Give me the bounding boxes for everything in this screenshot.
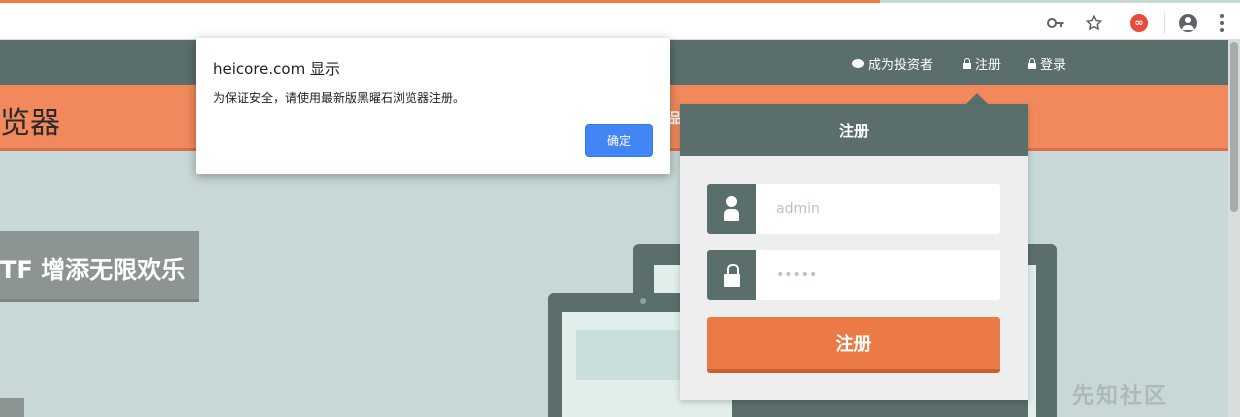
lock-icon xyxy=(1028,57,1036,69)
username-input[interactable] xyxy=(756,184,1000,234)
hero-secondary-banner xyxy=(0,398,24,417)
alert-message: 为保证安全，请使用最新版黑曜石浏览器注册。 xyxy=(213,91,466,105)
profile-icon[interactable] xyxy=(1178,13,1198,33)
extension-icon[interactable]: ∞ xyxy=(1129,13,1149,33)
monitor-screen-edge xyxy=(1028,265,1036,417)
scrollbar-thumb[interactable] xyxy=(1230,42,1238,212)
alert-title: heicore.com 显示 xyxy=(213,60,340,78)
star-icon[interactable] xyxy=(1084,13,1104,33)
toolbar-separator xyxy=(1164,13,1165,33)
hero-banner-text: TF 增添无限欢乐 xyxy=(0,256,186,284)
extension-glyph: ∞ xyxy=(1130,14,1148,32)
nav-register-link[interactable]: 注册 xyxy=(963,54,1001,73)
lock-icon xyxy=(963,57,971,69)
padlock-icon xyxy=(707,250,756,300)
user-icon xyxy=(707,184,756,234)
comments-icon xyxy=(852,59,864,68)
password-field[interactable] xyxy=(707,250,1000,300)
browser-toolbar: ∞ xyxy=(0,3,1240,40)
camera-dot xyxy=(640,298,646,304)
register-title: 注册 xyxy=(680,104,1028,156)
nav-login-link[interactable]: 登录 xyxy=(1028,54,1066,73)
password-input[interactable] xyxy=(756,250,1000,300)
popover-arrow xyxy=(966,93,988,104)
register-submit-button[interactable]: 注册 xyxy=(707,317,1000,373)
alert-dialog: heicore.com 显示 为保证安全，请使用最新版黑曜石浏览器注册。 确定 xyxy=(196,38,670,174)
avatar xyxy=(1179,14,1197,32)
nav-invest-label: 成为投资者 xyxy=(868,58,934,73)
site-title: 览器 xyxy=(0,106,60,141)
tablet-screen-content xyxy=(576,330,680,380)
hero-banner: TF 增添无限欢乐 xyxy=(0,231,199,299)
alert-ok-button[interactable]: 确定 xyxy=(585,124,653,157)
nav-login-label: 登录 xyxy=(1040,58,1067,73)
key-icon[interactable] xyxy=(1046,13,1066,33)
nav-register-label: 注册 xyxy=(975,58,1002,73)
register-popover: 注册 注册 xyxy=(680,104,1028,400)
nav-invest-link[interactable]: 成为投资者 xyxy=(852,54,933,73)
watermark: 先知社区 xyxy=(1072,384,1169,409)
username-field[interactable] xyxy=(707,184,1000,234)
menu-icon[interactable] xyxy=(1212,13,1232,33)
